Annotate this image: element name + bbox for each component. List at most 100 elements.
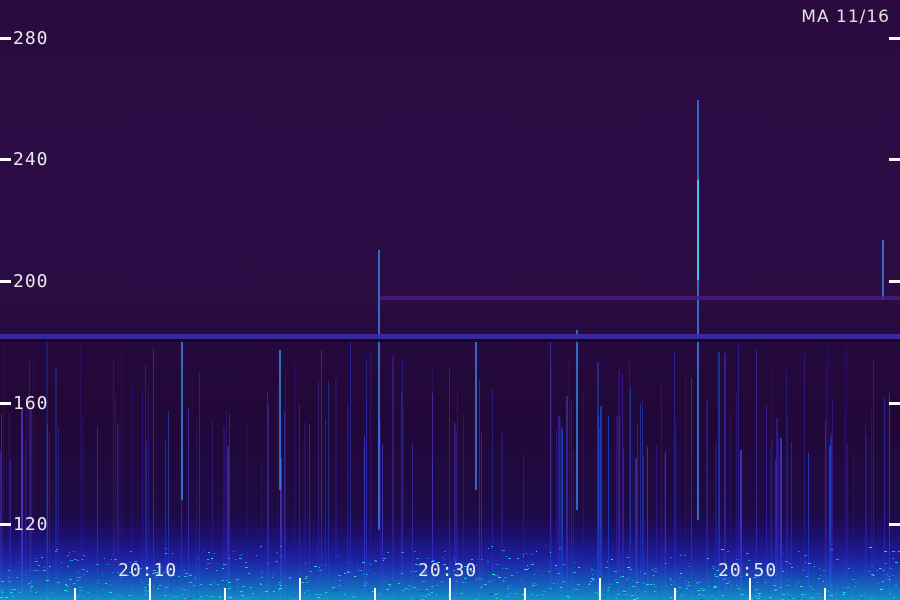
noise-speckle: [610, 584, 612, 585]
noise-speckle: [747, 598, 748, 599]
noise-speckle: [432, 594, 434, 595]
noise-speckle: [491, 546, 493, 547]
noise-speckle: [859, 561, 860, 562]
noise-speckle: [190, 574, 191, 575]
noise-speckle: [375, 561, 377, 562]
noise-speckle: [845, 592, 847, 593]
noise-speckle: [147, 591, 149, 592]
noise-speckle: [684, 555, 686, 556]
noise-speckle: [830, 595, 833, 596]
noise-speckle: [810, 597, 813, 598]
noise-speckle: [411, 588, 412, 589]
noise-speckle: [242, 586, 245, 587]
noise-speckle: [812, 598, 815, 599]
noise-speckle: [677, 591, 678, 592]
noise-speckle: [607, 561, 608, 562]
noise-speckle: [631, 595, 634, 596]
noise-speckle: [32, 580, 34, 581]
noise-speckle: [347, 572, 350, 573]
noise-speckle: [521, 579, 522, 580]
noise-speckle: [588, 584, 591, 585]
noise-speckle: [305, 576, 308, 577]
noise-speckle: [523, 570, 525, 571]
noise-speckle: [636, 598, 639, 599]
noise-speckle: [8, 570, 10, 571]
noise-speckle: [708, 586, 710, 587]
noise-speckle: [72, 584, 73, 585]
noise-speckle: [214, 553, 215, 554]
noise-speckle: [228, 582, 231, 583]
noise-speckle: [187, 597, 188, 598]
noise-speckle: [788, 580, 789, 581]
noise-speckle: [325, 565, 326, 566]
noise-speckle: [502, 550, 505, 551]
noise-speckle: [74, 559, 77, 560]
noise-speckle: [871, 574, 874, 575]
noise-speckle: [58, 587, 59, 588]
noise-speckle: [317, 597, 320, 598]
noise-speckle: [506, 556, 507, 557]
noise-speckle: [585, 584, 586, 585]
noise-speckle: [77, 580, 79, 581]
noise-speckle: [687, 585, 690, 586]
noise-speckle: [275, 561, 278, 562]
noise-speckle: [700, 588, 702, 589]
noise-speckle: [493, 580, 494, 581]
y-tick-mark: [0, 37, 11, 40]
noise-speckle: [721, 595, 724, 596]
noise-speckle: [732, 581, 733, 582]
noise-speckle: [261, 572, 262, 573]
noise-speckle: [819, 593, 820, 594]
noise-speckle: [1, 590, 3, 591]
y-tick-label-200: 200: [13, 271, 49, 292]
noise-speckle: [226, 580, 227, 581]
noise-speckle: [800, 586, 803, 587]
noise-speckle: [670, 597, 672, 598]
noise-speckle: [889, 576, 890, 577]
noise-speckle: [652, 569, 653, 570]
noise-speckle: [854, 581, 857, 582]
noise-speckle: [609, 596, 612, 597]
noise-speckle: [713, 587, 716, 588]
noise-speckle: [35, 592, 37, 593]
noise-speckle: [512, 585, 514, 586]
noise-speckle: [30, 591, 31, 592]
noise-speckle: [879, 568, 882, 569]
y-tick-mark: [0, 280, 11, 283]
noise-speckle: [507, 588, 509, 589]
noise-speckle: [112, 584, 113, 585]
noise-speckle: [245, 562, 247, 563]
noise-speckle: [79, 587, 82, 588]
noise-speckle: [104, 558, 105, 559]
noise-speckle: [559, 575, 560, 576]
noise-speckle: [456, 581, 458, 582]
noise-speckle: [614, 579, 617, 580]
noise-speckle: [344, 573, 346, 574]
noise-speckle: [877, 561, 878, 562]
noise-speckle: [886, 579, 888, 580]
noise-speckle: [72, 587, 74, 588]
noise-speckle: [889, 593, 891, 594]
noise-speckle: [195, 578, 196, 579]
noise-speckle: [392, 595, 393, 596]
noise-speckle: [503, 581, 505, 582]
x-tick-mark: [74, 588, 76, 600]
noise-speckle: [153, 587, 154, 588]
noise-speckle: [512, 565, 513, 566]
noise-speckle: [321, 564, 323, 565]
signal-streak: [475, 340, 477, 490]
noise-speckle: [183, 589, 186, 590]
noise-speckle: [69, 577, 71, 578]
noise-speckle: [697, 582, 698, 583]
noise-speckle: [727, 551, 729, 552]
noise-speckle: [398, 583, 400, 584]
noise-speckle: [349, 562, 350, 563]
noise-speckle: [76, 577, 77, 578]
noise-speckle: [487, 561, 489, 562]
noise-speckle: [209, 584, 212, 585]
x-tick-label-2010: 20:10: [118, 560, 178, 581]
noise-speckle: [159, 585, 162, 586]
noise-speckle: [518, 589, 520, 590]
noise-speckle: [8, 577, 9, 578]
noise-speckle: [157, 588, 159, 589]
